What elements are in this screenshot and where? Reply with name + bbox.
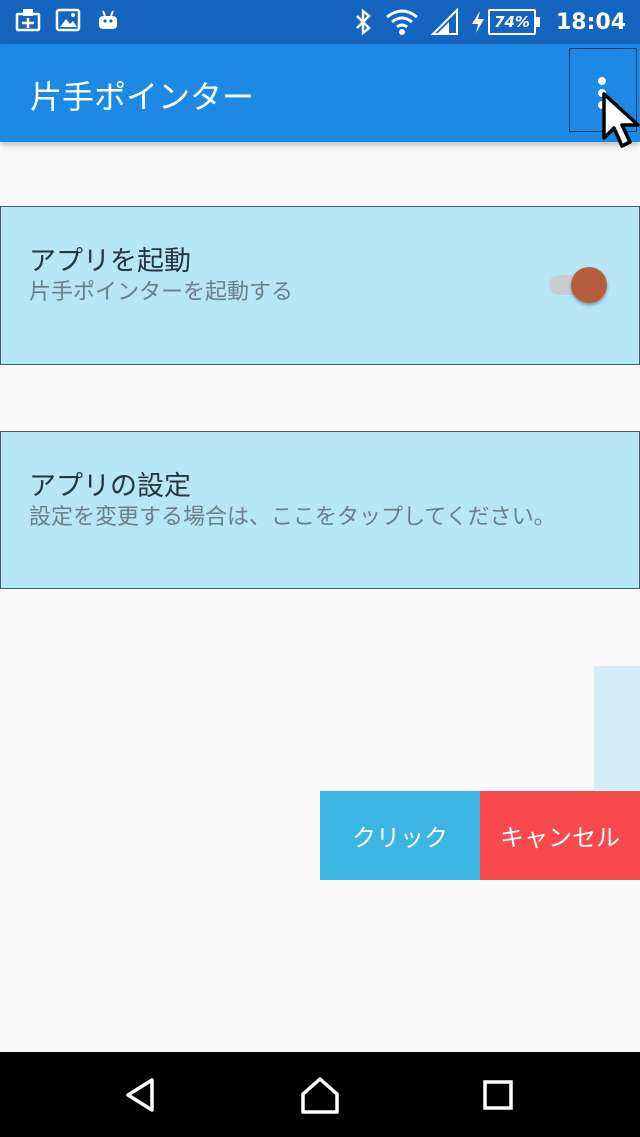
launch-toggle-switch[interactable] xyxy=(547,265,609,305)
bluetooth-icon xyxy=(356,8,371,36)
clock: 18:04 xyxy=(555,9,626,35)
notification-icons xyxy=(14,6,122,34)
app-title: 片手ポインター xyxy=(30,78,255,116)
settings-card-title: アプリの設定 xyxy=(29,471,191,502)
settings-card-subtitle: 設定を変更する場合は、ここをタップしてください。 xyxy=(29,505,556,530)
android-icon xyxy=(99,10,117,29)
mouse-cursor-icon xyxy=(602,92,640,148)
battery-percent: 74% xyxy=(488,9,540,35)
battery-indicator: 74% xyxy=(471,9,540,35)
app-bar: 片手ポインター xyxy=(0,44,640,142)
home-icon[interactable] xyxy=(297,1072,343,1118)
app-settings-card[interactable]: アプリの設定 設定を変更する場合は、ここをタップしてください。 xyxy=(0,431,640,589)
back-icon[interactable] xyxy=(118,1072,164,1118)
wifi-icon xyxy=(386,9,418,35)
pointer-touch-panel[interactable] xyxy=(594,666,640,790)
click-button[interactable]: クリック xyxy=(320,791,480,880)
more-vert-icon xyxy=(598,77,606,85)
system-icons: 74% 18:04 xyxy=(353,0,626,44)
gallery-icon xyxy=(55,8,81,32)
launch-card-subtitle: 片手ポインターを起動する xyxy=(29,280,294,305)
cancel-button[interactable]: キャンセル xyxy=(480,791,640,880)
clipboard-icon xyxy=(15,9,41,32)
recents-icon[interactable] xyxy=(475,1072,521,1118)
launch-card-title: アプリを起動 xyxy=(29,246,191,277)
navigation-bar xyxy=(0,1052,640,1137)
charging-icon xyxy=(472,11,485,33)
status-bar: 74% 18:04 xyxy=(0,0,640,44)
signal-icon xyxy=(431,8,459,35)
toggle-thumb xyxy=(571,267,607,303)
launch-app-card[interactable]: アプリを起動 片手ポインターを起動する xyxy=(0,206,640,365)
